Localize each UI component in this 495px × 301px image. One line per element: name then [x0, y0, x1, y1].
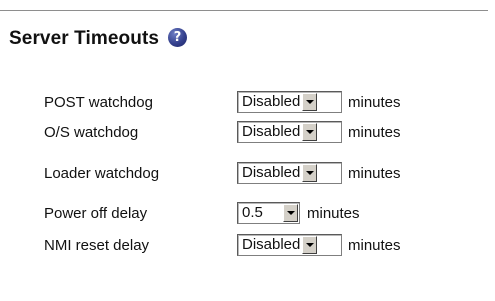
nmi-reset-delay-value: Disabled — [242, 236, 301, 253]
post-watchdog-label: POST watchdog — [44, 94, 153, 111]
chevron-down-icon[interactable] — [302, 236, 318, 254]
top-divider — [0, 10, 488, 11]
power-off-delay-unit: minutes — [307, 205, 360, 222]
os-watchdog-select[interactable]: Disabled — [237, 121, 342, 143]
post-watchdog-row: POST watchdog Disabled minutes — [0, 91, 495, 115]
loader-watchdog-unit: minutes — [348, 165, 401, 182]
loader-watchdog-select[interactable]: Disabled — [237, 162, 342, 184]
post-watchdog-value: Disabled — [242, 93, 301, 110]
nmi-reset-delay-select[interactable]: Disabled — [237, 234, 342, 256]
nmi-reset-delay-row: NMI reset delay Disabled minutes — [0, 234, 495, 258]
post-watchdog-unit: minutes — [348, 94, 401, 111]
os-watchdog-value: Disabled — [242, 123, 301, 140]
section-title: Server Timeouts — [9, 28, 160, 49]
os-watchdog-row: O/S watchdog Disabled minutes — [0, 121, 495, 145]
power-off-delay-value: 0.5 — [242, 204, 263, 221]
os-watchdog-unit: minutes — [348, 124, 401, 141]
chevron-down-icon[interactable] — [302, 123, 318, 141]
power-off-delay-select[interactable]: 0.5 — [237, 202, 300, 224]
help-icon[interactable]: ? — [168, 27, 188, 47]
nmi-reset-delay-unit: minutes — [348, 237, 401, 254]
os-watchdog-label: O/S watchdog — [44, 124, 139, 141]
power-off-delay-row: Power off delay 0.5 minutes — [0, 202, 495, 226]
power-off-delay-label: Power off delay — [44, 205, 148, 222]
nmi-reset-delay-label: NMI reset delay — [44, 237, 150, 254]
post-watchdog-select[interactable]: Disabled — [237, 91, 342, 113]
loader-watchdog-value: Disabled — [242, 164, 301, 181]
chevron-down-icon[interactable] — [302, 164, 318, 182]
chevron-down-icon[interactable] — [283, 204, 298, 222]
loader-watchdog-row: Loader watchdog Disabled minutes — [0, 162, 495, 186]
loader-watchdog-label: Loader watchdog — [44, 165, 160, 182]
chevron-down-icon[interactable] — [302, 93, 318, 111]
section-header: Server Timeouts ? — [9, 24, 188, 54]
